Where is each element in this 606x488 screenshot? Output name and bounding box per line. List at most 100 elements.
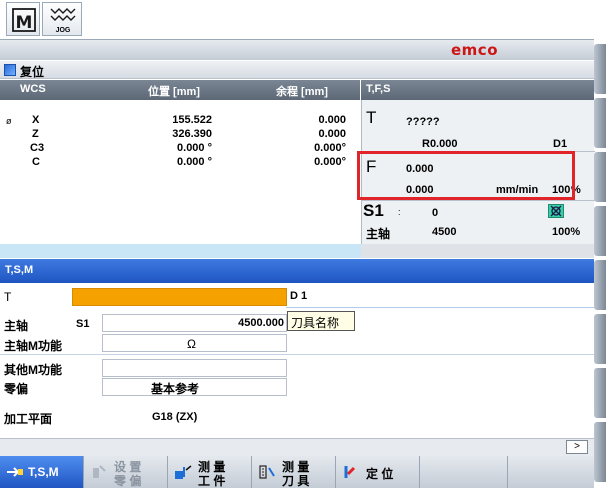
axis-row-c: C 0.000 ° 0.000° bbox=[0, 156, 360, 171]
spindle-speed-value: 4500.000 bbox=[238, 317, 284, 329]
wcs-col-position: 位置 [mm] bbox=[148, 86, 200, 98]
axis-position: 0.000 ° bbox=[177, 156, 212, 168]
tfs-separator bbox=[362, 200, 595, 201]
spindle-speed: 4500 bbox=[432, 226, 457, 238]
axis-remaining: 0.000° bbox=[314, 156, 346, 168]
tsm-arrow-icon bbox=[7, 467, 23, 477]
tool-name: ????? bbox=[406, 116, 440, 128]
vertical-softkey-2[interactable] bbox=[594, 98, 606, 148]
axis-row-z: Z 326.390 0.000 bbox=[0, 128, 360, 143]
tool-radius: R0.000 bbox=[422, 138, 458, 150]
tsm-title-bar: T,S,M bbox=[0, 259, 594, 283]
offset-icon bbox=[93, 465, 106, 478]
channel-status-row: 复位 bbox=[0, 61, 594, 79]
position-icon bbox=[344, 466, 356, 478]
softkey-label: 零 偏 bbox=[114, 474, 142, 488]
axis-remaining: 0.000 bbox=[318, 128, 346, 140]
spindle-field-label: 主轴 bbox=[4, 319, 29, 333]
wcs-table: ø X 155.522 0.000 Z 326.390 0.000 C3 0.0… bbox=[0, 100, 360, 244]
zero-offset-value: 基本参考 bbox=[151, 382, 200, 396]
plane-select[interactable]: G18 (ZX) bbox=[152, 411, 197, 423]
brand-logo: emco bbox=[451, 41, 498, 59]
zero-offset-select[interactable]: 基本参考 bbox=[102, 378, 287, 396]
zero-offset-label: 零偏 bbox=[4, 382, 29, 396]
softkey-position[interactable]: 定 位 bbox=[336, 456, 420, 488]
wcs-title: WCS bbox=[20, 83, 46, 95]
spindle-rotation-icon: Ω bbox=[187, 337, 196, 351]
jog-label: JOG bbox=[55, 27, 71, 34]
softkey-label: 刀 具 bbox=[282, 474, 310, 488]
spindle-set-value: 0 bbox=[432, 207, 439, 219]
axis-row-x: ø X 155.522 0.000 bbox=[0, 114, 360, 129]
softkey-tsm[interactable]: T,S,M bbox=[0, 456, 84, 488]
tfs-title: T,F,S bbox=[366, 83, 391, 95]
svg-text:M: M bbox=[16, 13, 33, 33]
axis-remaining: 0.000° bbox=[314, 142, 346, 154]
other-m-label: 其他M功能 bbox=[4, 363, 62, 377]
tool-name-input[interactable] bbox=[72, 288, 287, 306]
wcs-header: WCS 位置 [mm] 余程 [mm] bbox=[0, 80, 360, 100]
axis-name: Z bbox=[32, 128, 39, 140]
d-number-label: D 1 bbox=[290, 290, 308, 302]
row-divider bbox=[0, 354, 594, 355]
spindle-channel-select[interactable]: S1 bbox=[76, 318, 89, 330]
axis-position: 155.522 bbox=[172, 114, 212, 126]
axis-row-c3: C3 0.000 ° 0.000° bbox=[0, 142, 360, 157]
feed-highlight-box bbox=[357, 151, 575, 200]
vertical-softkey-4[interactable] bbox=[594, 206, 606, 256]
axis-remaining: 0.000 bbox=[318, 114, 346, 126]
axis-name: X bbox=[32, 114, 40, 126]
axis-name: C3 bbox=[30, 142, 45, 154]
spindle-stop-icon bbox=[548, 204, 564, 218]
other-m-input[interactable] bbox=[102, 359, 287, 377]
vertical-softkey-8[interactable] bbox=[594, 422, 606, 482]
measure-tool-icon bbox=[259, 465, 275, 479]
status-band bbox=[0, 244, 361, 258]
spindle-channel: S1 bbox=[363, 201, 384, 220]
wcs-col-remaining: 余程 [mm] bbox=[276, 86, 328, 98]
scroll-row bbox=[0, 438, 594, 456]
softkey-measure-tool[interactable]: 测 量 刀 具 bbox=[252, 456, 336, 488]
softkey-measure-workpiece[interactable]: 测 量 工 件 bbox=[168, 456, 252, 488]
spindle-override: 100% bbox=[552, 226, 581, 238]
plane-label: 加工平面 bbox=[4, 412, 53, 426]
softkey-empty-7[interactable] bbox=[508, 456, 594, 488]
spindle-m-label: 主轴M功能 bbox=[4, 339, 62, 353]
tool-name-tooltip: 刀具名称 bbox=[287, 311, 355, 331]
tool-d-number: D1 bbox=[553, 138, 568, 150]
axis-position: 0.000 ° bbox=[177, 142, 212, 154]
machine-mode-icon[interactable]: M bbox=[6, 2, 40, 36]
row-divider bbox=[286, 307, 594, 308]
diameter-icon: ø bbox=[6, 116, 12, 126]
softkey-label: T,S,M bbox=[28, 465, 59, 479]
axis-name: C bbox=[32, 156, 40, 168]
status-band-right bbox=[361, 244, 594, 258]
brand-band: emco bbox=[0, 40, 594, 60]
vertical-softkey-5[interactable] bbox=[594, 260, 606, 310]
softkey-set-offset[interactable]: 设 置 零 偏 bbox=[84, 456, 168, 488]
spindle-m-select[interactable]: Ω bbox=[102, 334, 287, 352]
vertical-softkey-3[interactable] bbox=[594, 152, 606, 202]
channel-status-text: 复位 bbox=[20, 65, 45, 79]
page-forward-button[interactable]: > bbox=[566, 440, 588, 454]
tool-label: T bbox=[366, 108, 377, 127]
softkey-label: 工 件 bbox=[198, 474, 226, 488]
tsm-form: T D 1 主轴 S1 4500.000 主轴M功能 Ω 其他M功能 零偏 基本… bbox=[0, 283, 594, 438]
tsm-title: T,S,M bbox=[5, 264, 34, 276]
spindle-speed-input[interactable]: 4500.000 bbox=[102, 314, 287, 332]
spindle-label: 主轴 bbox=[366, 227, 391, 241]
jog-mode-icon[interactable]: JOG bbox=[42, 2, 82, 36]
mode-bar bbox=[0, 0, 594, 40]
tool-field-label: T bbox=[4, 290, 12, 304]
vertical-softkey-6[interactable] bbox=[594, 314, 606, 364]
vertical-softkey-strip bbox=[594, 0, 606, 488]
horizontal-softkey-bar: T,S,M 设 置 零 偏 测 量 工 件 测 量 刀 具 定 位 bbox=[0, 456, 594, 488]
softkey-label: 定 位 bbox=[366, 467, 394, 481]
vertical-softkey-1[interactable] bbox=[594, 44, 606, 94]
spindle-separator-icon: : bbox=[398, 207, 401, 217]
tfs-header: T,F,S bbox=[361, 80, 594, 100]
channel-status-icon bbox=[4, 64, 16, 76]
softkey-empty-6[interactable] bbox=[420, 456, 508, 488]
vertical-softkey-7[interactable] bbox=[594, 368, 606, 418]
measure-workpiece-icon bbox=[175, 465, 192, 479]
